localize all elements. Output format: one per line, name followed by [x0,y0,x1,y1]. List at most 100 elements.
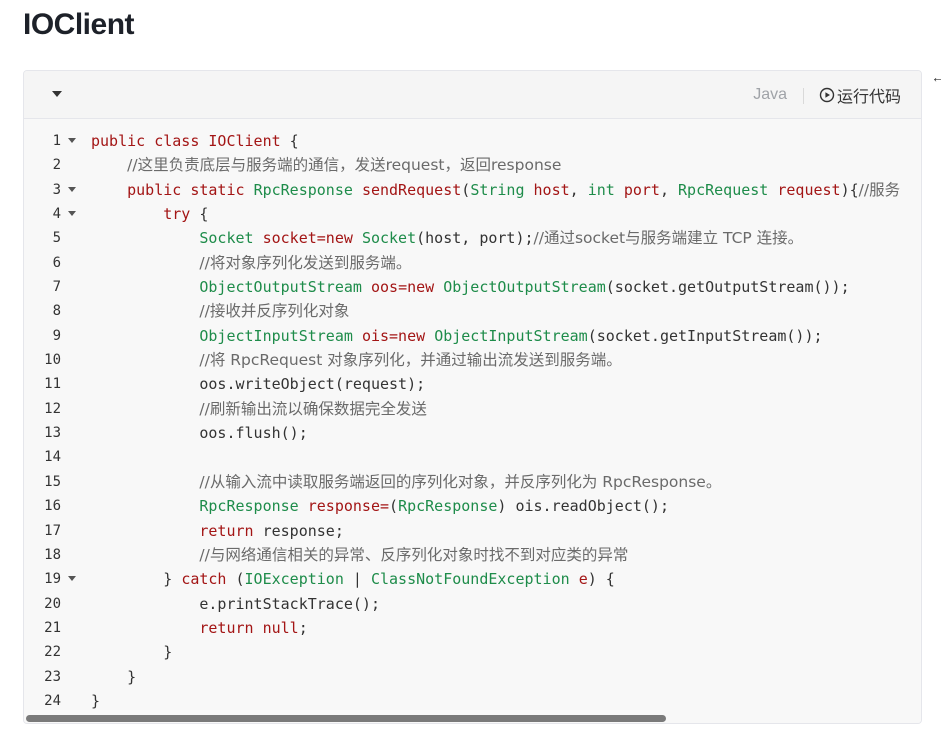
code-text: oos.flush(); [91,421,308,445]
line-number: 19 [44,571,61,588]
code-token: socket [262,229,317,248]
page-title: IOClient [23,8,135,41]
code-token: (host, port); [416,229,534,248]
back-arrow-icon[interactable]: ← [931,69,941,85]
code-token: //与网络通信相关的异常、反序列化对象时找不到对应类的异常 [199,545,629,564]
code-text: return null; [91,616,308,640]
code-editor[interactable]: 1 public class IOClient {2 //这里负责底层与服务端的通… [24,118,921,715]
code-token: Socket [199,229,263,248]
code-text: RpcResponse response=(RpcResponse) ois.r… [91,494,669,518]
code-token: IOClient [208,132,281,150]
code-token: int [587,180,624,199]
fold-arrow-icon[interactable] [68,186,76,192]
code-token: catch [181,570,236,589]
code-token: //这里负责底层与服务端的通信，发送request，返回response [127,156,562,175]
run-code-label: 运行代码 [836,89,901,106]
fold-arrow-icon[interactable] [68,576,76,582]
run-code-button[interactable]: 运行代码 [819,84,901,106]
scrollbar-thumb[interactable] [26,715,666,722]
code-token: port [623,180,660,199]
code-token: =new [316,229,362,248]
code-text: return response; [91,519,344,543]
chevron-down-icon[interactable] [52,91,62,97]
code-token: ( [389,497,399,516]
toolbar-divider [803,88,804,104]
code-token: oos.writeObject(request); [91,375,426,394]
code-text: //接收并反序列化对象 [91,299,349,323]
code-text: Socket socket=new Socket(host, port);//通… [91,226,803,250]
code-token: | [352,570,371,589]
code-token: sendRequest [361,180,462,199]
code-token: } [91,570,182,589]
code-token: //通过socket与服务端建立 TCP 连接。 [533,229,804,248]
line-number: 17 [44,522,61,539]
code-token: //从输入流中读取服务端返回的序列化对象，并反序列化为 RpcResponse。 [199,472,722,491]
fold-arrow-icon[interactable] [68,138,76,143]
line-number: 10 [44,352,61,369]
code-token: //将对象序列化发送到服务端。 [199,253,412,272]
code-token: =new [389,326,435,345]
code-token: } [91,667,137,686]
code-text: //将 RpcRequest 对象序列化，并通过输出流发送到服务端。 [91,348,622,372]
code-token: (socket.getOutputStream()); [605,278,850,297]
code-token: String [470,180,534,199]
code-token: e.printStackTrace(); [91,594,380,613]
code-text: ObjectOutputStream oos=new ObjectOutputS… [91,275,850,299]
code-token: ObjectInputStream [199,326,362,345]
line-number: 24 [44,692,61,709]
code-token: ){ [840,180,859,199]
code-toolbar: Java 运行代码 [24,71,921,119]
code-text: } catch (IOException | ClassNotFoundExce… [91,567,615,591]
code-token: IOException [244,570,353,589]
code-token: oos [370,278,399,297]
code-token: RpcResponse [199,497,308,516]
code-token: //将 RpcRequest 对象序列化，并通过输出流发送到服务端。 [199,351,622,370]
line-number: 5 [52,230,61,247]
code-token: response; [262,521,344,540]
code-token: ObjectOutputStream [199,278,371,297]
code-token: ( [235,570,245,589]
line-number: 13 [44,425,61,442]
line-number: 11 [44,376,61,393]
code-token: ObjectOutputStream [443,278,606,297]
code-token: //刷新输出流以确保数据完全发送 [199,399,427,418]
code-text: } [91,640,172,664]
code-token: , [569,180,588,199]
code-token: RpcResponse [253,180,362,199]
code-text: oos.writeObject(request); [91,372,425,396]
code-text: } [91,689,100,713]
code-token: ; [298,618,308,637]
code-text: //从输入流中读取服务端返回的序列化对象，并反序列化为 RpcResponse。 [91,470,721,494]
code-token: =new [398,278,444,297]
code-token: ) { [587,570,615,589]
line-number: 21 [44,619,61,636]
line-number: 1 [52,133,61,149]
code-token: RpcResponse [398,497,498,516]
line-number: 2 [52,157,61,174]
line-number: 14 [44,449,61,466]
code-token: } [91,691,101,710]
code-text: } [91,665,136,689]
horizontal-scrollbar[interactable] [24,715,921,723]
code-text: ObjectInputStream ois=new ObjectInputStr… [91,324,822,348]
code-token: , [659,180,679,199]
code-token: public static [127,180,254,199]
code-text: //这里负责底层与服务端的通信，发送request，返回response [91,153,561,177]
code-token: { [280,132,299,150]
code-block: Java 运行代码 1 public class IOClient {2 //这里… [23,70,922,724]
line-number: 9 [52,327,61,344]
code-token: oos.flush(); [91,424,308,443]
line-number: 12 [44,400,61,417]
code-token: try [163,205,191,224]
code-token: //接收并反序列化对象 [199,302,350,321]
fold-arrow-icon[interactable] [68,211,76,217]
line-number: 4 [52,206,61,223]
